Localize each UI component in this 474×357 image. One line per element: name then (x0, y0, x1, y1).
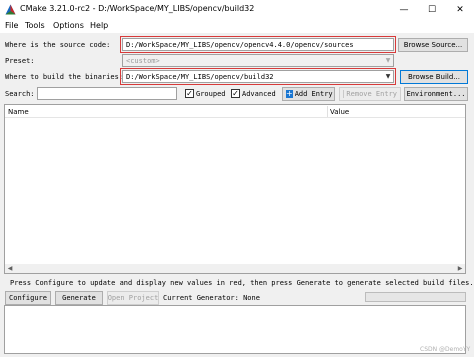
cache-table[interactable] (4, 104, 466, 274)
search-input[interactable] (37, 87, 177, 100)
menu-tools[interactable]: Tools (25, 21, 45, 30)
grouped-checkbox[interactable]: ✓ (185, 89, 194, 98)
close-button[interactable]: ✕ (446, 0, 474, 19)
menu-help[interactable]: Help (90, 21, 108, 30)
source-label: Where is the source code: (5, 41, 111, 49)
scroll-right-icon[interactable]: ▶ (456, 265, 464, 272)
binaries-dropdown-arrow-icon[interactable]: ▼ (383, 71, 393, 82)
menu-file[interactable]: File (5, 21, 18, 30)
remove-icon (343, 90, 345, 98)
browse-source-button[interactable]: Browse Source... (398, 38, 468, 52)
column-divider (327, 106, 328, 117)
add-entry-label: Add Entry (294, 90, 333, 98)
plus-icon: + (286, 89, 293, 98)
source-path-input[interactable]: D:/WorkSpace/MY_LIBS/opencv/opencv4.4.0/… (120, 36, 396, 53)
add-entry-button[interactable]: + Add Entry (282, 87, 335, 101)
cmake-logo-icon (5, 4, 16, 15)
table-header-name[interactable]: Name (8, 108, 29, 116)
binaries-label: Where to build the binaries: (5, 73, 124, 81)
remove-entry-label: Remove Entry (346, 90, 397, 98)
table-header-value[interactable]: Value (330, 108, 349, 116)
environment-button[interactable]: Environment... (404, 87, 468, 101)
header-divider (5, 117, 465, 118)
output-log[interactable] (4, 305, 466, 354)
preset-dropdown-arrow-icon: ▼ (385, 57, 391, 64)
configure-button[interactable]: Configure (5, 291, 51, 305)
remove-entry-button: Remove Entry (339, 87, 401, 101)
horizontal-scrollbar[interactable] (5, 264, 465, 273)
configure-hint-text: Press Configure to update and display ne… (10, 279, 474, 287)
maximize-button[interactable]: ☐ (418, 0, 446, 19)
current-generator-text: Current Generator: None (163, 294, 260, 302)
browse-build-button[interactable]: Browse Build... (400, 70, 468, 84)
binaries-path-input[interactable]: D:/WorkSpace/MY_LIBS/opencv/build32 (120, 68, 396, 85)
search-label: Search: (5, 90, 35, 98)
window-title: CMake 3.21.0-rc2 - D:/WorkSpace/MY_LIBS/… (20, 4, 255, 13)
preset-select: <custom> (122, 54, 394, 67)
watermark-text: CSDN @DemoYY (420, 346, 471, 353)
progress-bar (365, 292, 466, 302)
menu-options[interactable]: Options (53, 21, 84, 30)
advanced-label: Advanced (242, 90, 276, 98)
open-project-button: Open Project (107, 291, 159, 305)
scroll-left-icon[interactable]: ◀ (6, 265, 14, 272)
generate-button[interactable]: Generate (55, 291, 103, 305)
preset-label: Preset: (5, 57, 35, 65)
minimize-button[interactable]: — (390, 0, 418, 19)
advanced-checkbox[interactable]: ✓ (231, 89, 240, 98)
grouped-label: Grouped (196, 90, 226, 98)
